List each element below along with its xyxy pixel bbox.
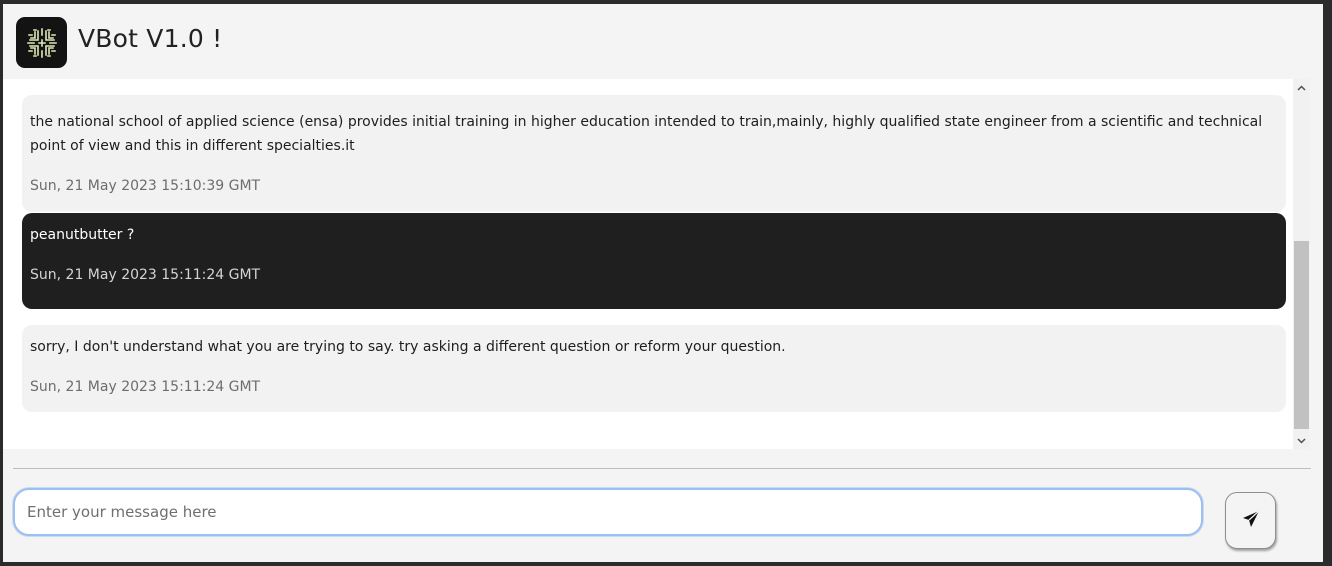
message-timestamp: Sun, 21 May 2023 15:11:24 GMT xyxy=(30,267,261,283)
bot-message: sorry, I don't understand what you are t… xyxy=(22,325,1286,412)
send-button[interactable] xyxy=(1225,492,1276,549)
message-timestamp: Sun, 21 May 2023 15:10:39 GMT xyxy=(30,178,261,194)
user-message: peanutbutter ? Sun, 21 May 2023 15:11:24… xyxy=(22,213,1286,309)
app-title: VBot V1.0 ! xyxy=(78,24,223,53)
scroll-up-icon[interactable] xyxy=(1293,79,1310,96)
message-text: sorry, I don't understand what you are t… xyxy=(30,339,786,355)
chat-scrollbar[interactable] xyxy=(1293,79,1310,449)
app-header: VBot V1.0 ! xyxy=(3,4,1323,79)
message-text: peanutbutter ? xyxy=(30,227,135,243)
paper-plane-icon xyxy=(1242,510,1260,532)
scroll-thumb[interactable] xyxy=(1294,241,1309,429)
bot-message: the national school of applied science (… xyxy=(22,95,1286,212)
maze-brain-icon xyxy=(16,17,67,68)
chat-history[interactable]: the national school of applied science (… xyxy=(3,79,1310,449)
composer-divider xyxy=(13,468,1311,469)
message-input[interactable] xyxy=(13,488,1203,536)
scroll-down-icon[interactable] xyxy=(1293,432,1310,449)
chat-app: VBot V1.0 ! the national school of appli… xyxy=(3,4,1323,562)
message-text: the national school of applied science (… xyxy=(30,114,1263,154)
message-timestamp: Sun, 21 May 2023 15:11:24 GMT xyxy=(30,379,261,395)
